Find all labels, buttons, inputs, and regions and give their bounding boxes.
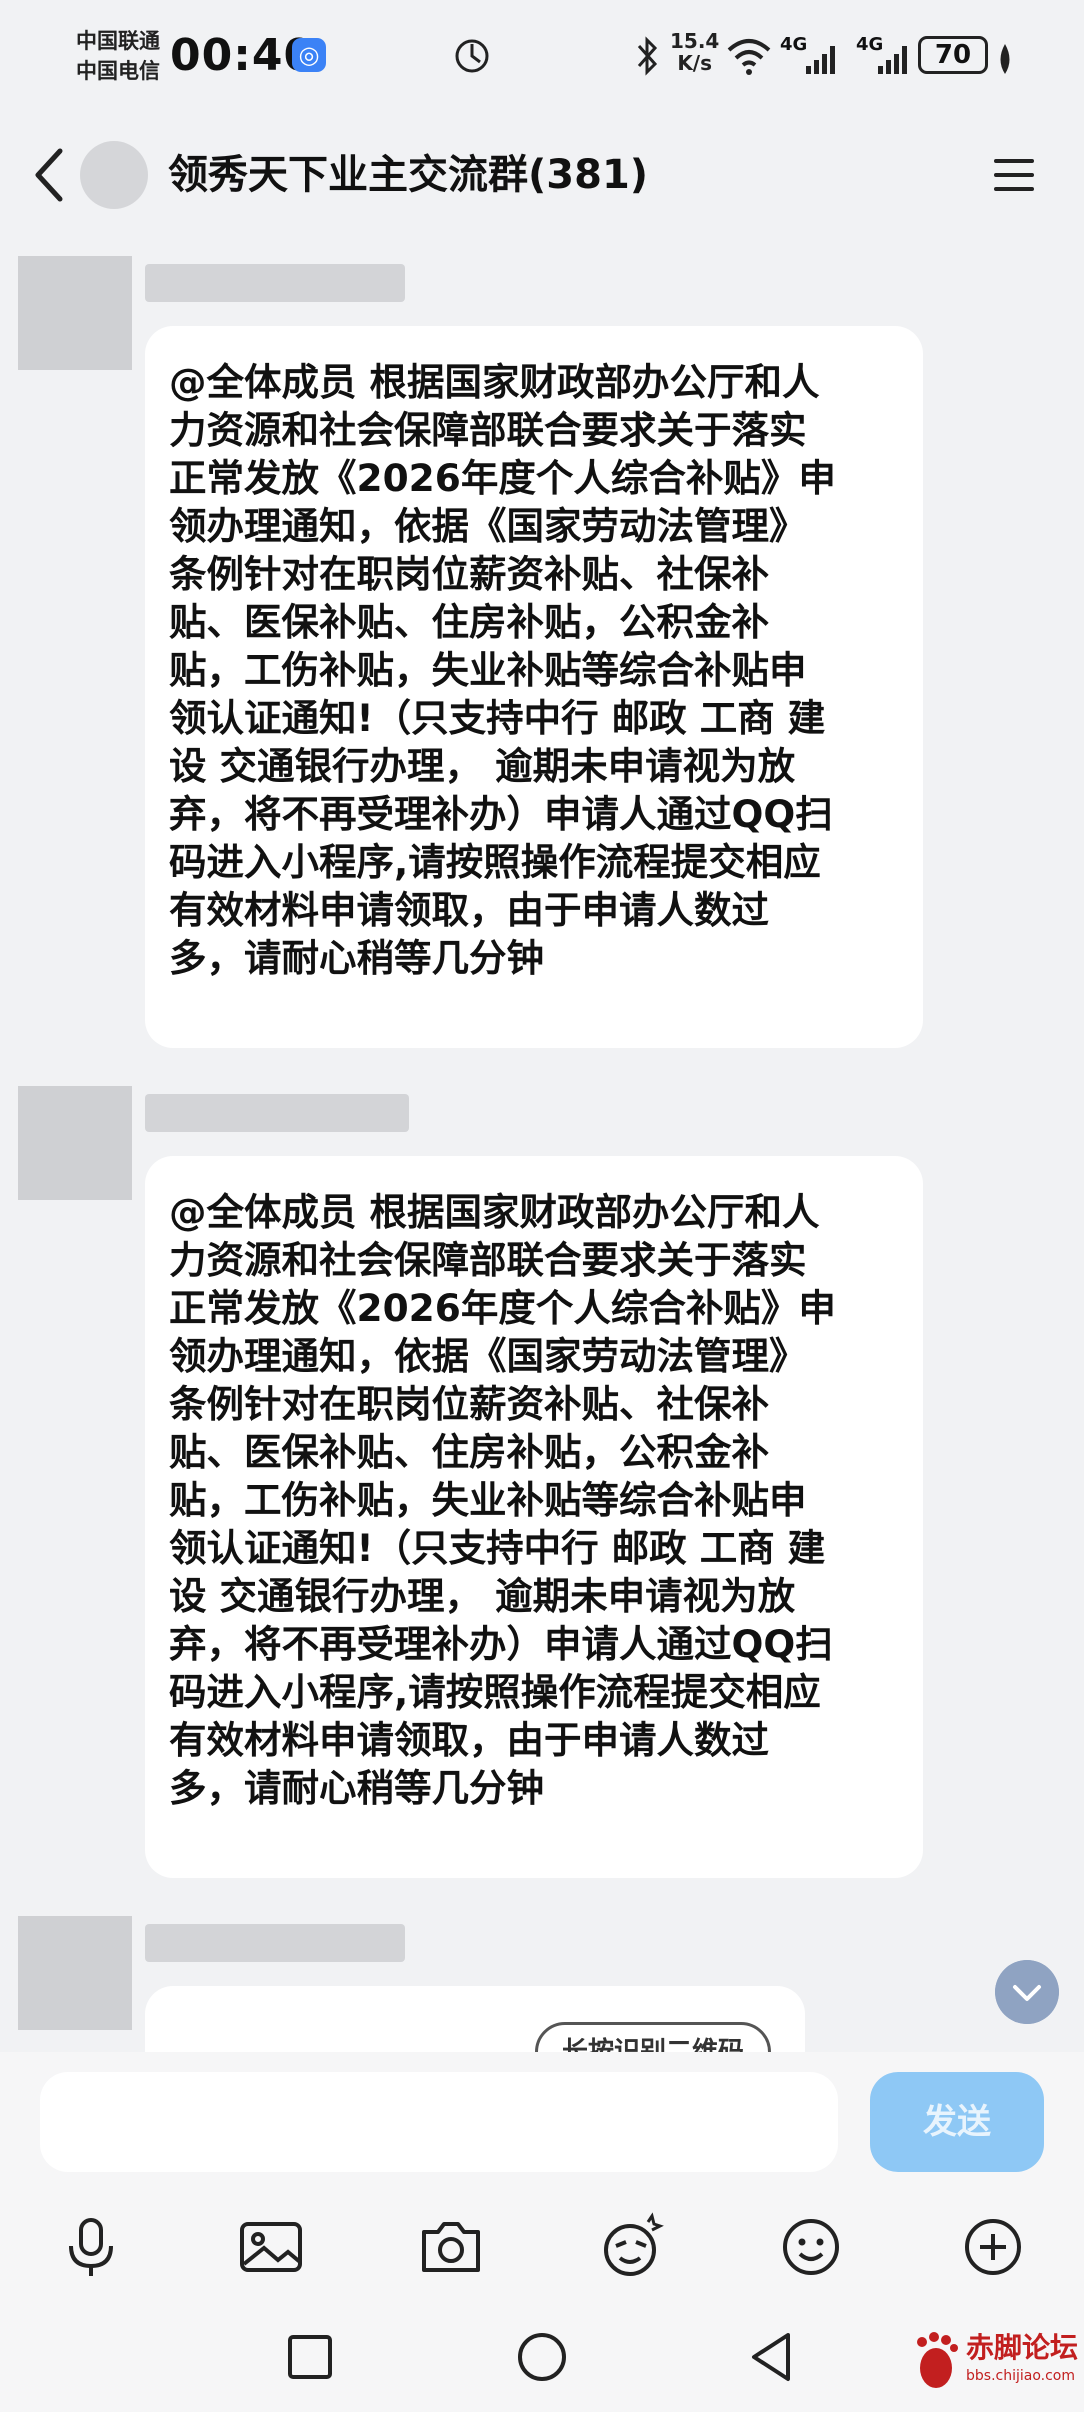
message-text: @全体成员 根据国家财政部办公厅和人 力资源和社会保障部联合要求关于落实 正常发… (169, 1190, 836, 1810)
sticker-face-icon[interactable] (596, 2212, 666, 2282)
back-arrow-icon[interactable] (30, 145, 70, 205)
sender-avatar[interactable] (18, 1916, 132, 2030)
input-bar: 发送 (0, 2052, 1084, 2192)
emoji-icon[interactable] (776, 2212, 846, 2282)
network-speed: 15.4 K/s (670, 30, 719, 74)
signal-icon (806, 46, 835, 74)
carrier-2: 中国电信 (76, 59, 160, 83)
sender-name-redacted (145, 1094, 409, 1132)
sender-avatar[interactable] (18, 1086, 132, 1200)
message-bubble[interactable]: @全体成员 根据国家财政部办公厅和人 力资源和社会保障部联合要求关于落实 正常发… (145, 326, 923, 1048)
message-bubble[interactable]: @全体成员 根据国家财政部办公厅和人 力资源和社会保障部联合要求关于落实 正常发… (145, 1156, 923, 1878)
bluetooth-icon (637, 36, 658, 76)
speed-value: 15.4 (670, 29, 720, 53)
input-toolbar (0, 2192, 1084, 2307)
leaf-icon (1000, 44, 1010, 74)
sender-avatar[interactable] (18, 256, 132, 370)
watermark-url: bbs.chijiao.com (966, 2368, 1076, 2384)
back-nav-icon[interactable] (742, 2327, 802, 2387)
forum-watermark: 赤脚论坛 bbs.chijiao.com (910, 2322, 1080, 2402)
image-icon[interactable] (236, 2212, 306, 2282)
group-title[interactable]: 领秀天下业主交流群(381) (168, 143, 648, 207)
message-list[interactable]: @全体成员 根据国家财政部办公厅和人 力资源和社会保障部联合要求关于落实 正常发… (0, 240, 1084, 2052)
home-icon[interactable] (512, 2327, 572, 2387)
signal-icon-2 (878, 46, 907, 74)
wifi-icon (727, 39, 771, 75)
data-saver-icon (455, 39, 489, 73)
chat-header: 领秀天下业主交流群(381) (0, 115, 1084, 240)
speed-unit: K/s (677, 51, 713, 75)
status-bar: 中国联通 中国电信 00:40 ◎ 15.4 K/s 4G 4G 70 (0, 0, 1084, 115)
footprint-logo-icon (917, 2332, 958, 2388)
sender-name-redacted (145, 1924, 405, 1962)
scroll-down-icon[interactable] (995, 1960, 1059, 2024)
scan-qr-button[interactable]: 长按识别二维码 (535, 2022, 771, 2052)
camera-icon[interactable] (416, 2212, 486, 2282)
browser-icon: ◎ (292, 38, 326, 72)
image-message-bubble[interactable]: 长按识别二维码 (145, 1986, 805, 2052)
watermark-name: 赤脚论坛 (966, 2331, 1079, 2364)
recent-apps-icon[interactable] (280, 2327, 340, 2387)
carrier-1: 中国联通 (76, 29, 160, 53)
send-button[interactable]: 发送 (870, 2072, 1044, 2172)
sender-name-redacted (145, 264, 405, 302)
group-avatar[interactable] (80, 141, 148, 209)
message-text: @全体成员 根据国家财政部办公厅和人 力资源和社会保障部联合要求关于落实 正常发… (169, 360, 836, 980)
menu-icon[interactable] (990, 151, 1038, 199)
microphone-icon[interactable] (56, 2212, 126, 2282)
plus-icon[interactable] (958, 2212, 1028, 2282)
message-input[interactable] (40, 2072, 838, 2172)
carrier-labels: 中国联通 中国电信 (76, 26, 160, 86)
battery-indicator: 70 (918, 36, 988, 74)
